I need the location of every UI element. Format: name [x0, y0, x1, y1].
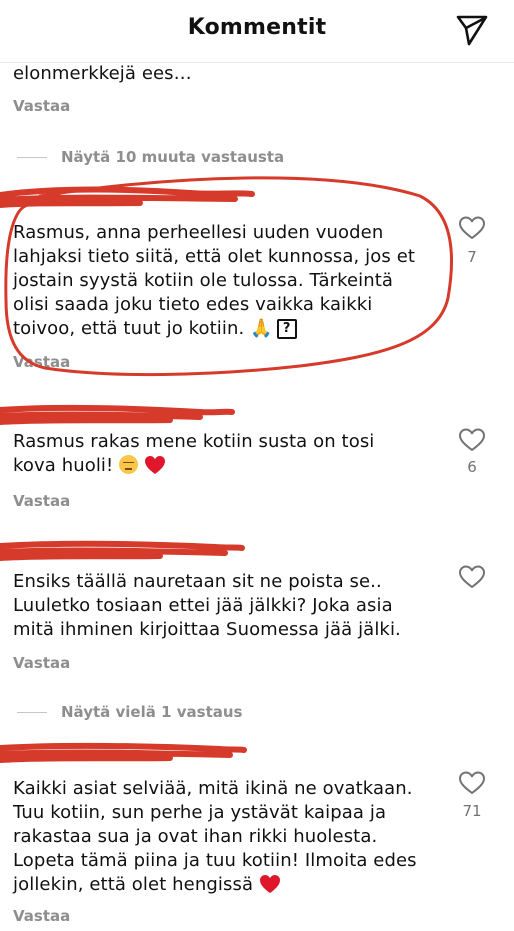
reply-button[interactable]: Vastaa [13, 353, 70, 371]
show-more-replies-label: Näytä 10 muuta vastausta [61, 148, 285, 166]
missing-glyph-box: ? [276, 319, 297, 339]
praying-hands-emoji: 🙏 [250, 318, 273, 339]
divider-line [17, 711, 47, 713]
heart-outline-icon[interactable] [458, 770, 486, 796]
header-bar: Kommentit [0, 0, 514, 63]
redaction-scribble [0, 540, 245, 561]
comment-text-body: Rasmus rakas mene kotiin susta on tosi k… [13, 431, 375, 476]
show-more-replies-button[interactable]: Näytä 10 muuta vastausta [17, 146, 284, 168]
reply-button[interactable]: Vastaa [13, 654, 70, 672]
like-count: 7 [467, 248, 477, 266]
red-heart-icon [259, 875, 280, 893]
redaction-scribble [0, 404, 235, 425]
redaction-scribble [0, 186, 255, 208]
emoji-mouth [125, 468, 133, 470]
page-title: Kommentit [187, 15, 327, 40]
emoji-eyes [123, 462, 135, 465]
comment-text: Ensiks täällä nauretaan sit ne poista se… [13, 571, 401, 640]
comment-text-body: Kaikki asiat selviää, mitä ikinä ne ovat… [13, 778, 417, 895]
reply-button[interactable]: Vastaa [13, 907, 70, 925]
red-heart-emoji [144, 455, 166, 475]
like-count: 71 [462, 802, 482, 820]
heart-outline-icon[interactable] [458, 564, 486, 590]
divider-line [17, 156, 47, 158]
reply-button[interactable]: Vastaa [13, 492, 70, 510]
like-count: 6 [467, 458, 477, 476]
pensive-face-emoji [119, 455, 139, 474]
comment-text: elonmerkkejä ees… [13, 63, 192, 84]
redaction-scribble [0, 742, 247, 763]
reply-button[interactable]: Vastaa [13, 97, 70, 115]
paper-plane-icon[interactable] [454, 13, 490, 47]
comment-text: Rasmus, anna perheellesi uuden vuoden la… [13, 221, 443, 341]
red-heart-emoji [259, 874, 281, 894]
heart-outline-icon[interactable] [458, 215, 486, 241]
comment-text: Kaikki asiat selviää, mitä ikinä ne ovat… [13, 777, 443, 897]
show-more-replies-label: Näytä vielä 1 vastaus [61, 703, 243, 721]
comment-text-body: Rasmus, anna perheellesi uuden vuoden la… [13, 222, 416, 339]
heart-outline-icon[interactable] [458, 427, 486, 453]
red-heart-icon [145, 456, 166, 474]
show-more-replies-button[interactable]: Näytä vielä 1 vastaus [17, 701, 242, 723]
comment-text: Rasmus rakas mene kotiin susta on tosi k… [13, 430, 443, 478]
